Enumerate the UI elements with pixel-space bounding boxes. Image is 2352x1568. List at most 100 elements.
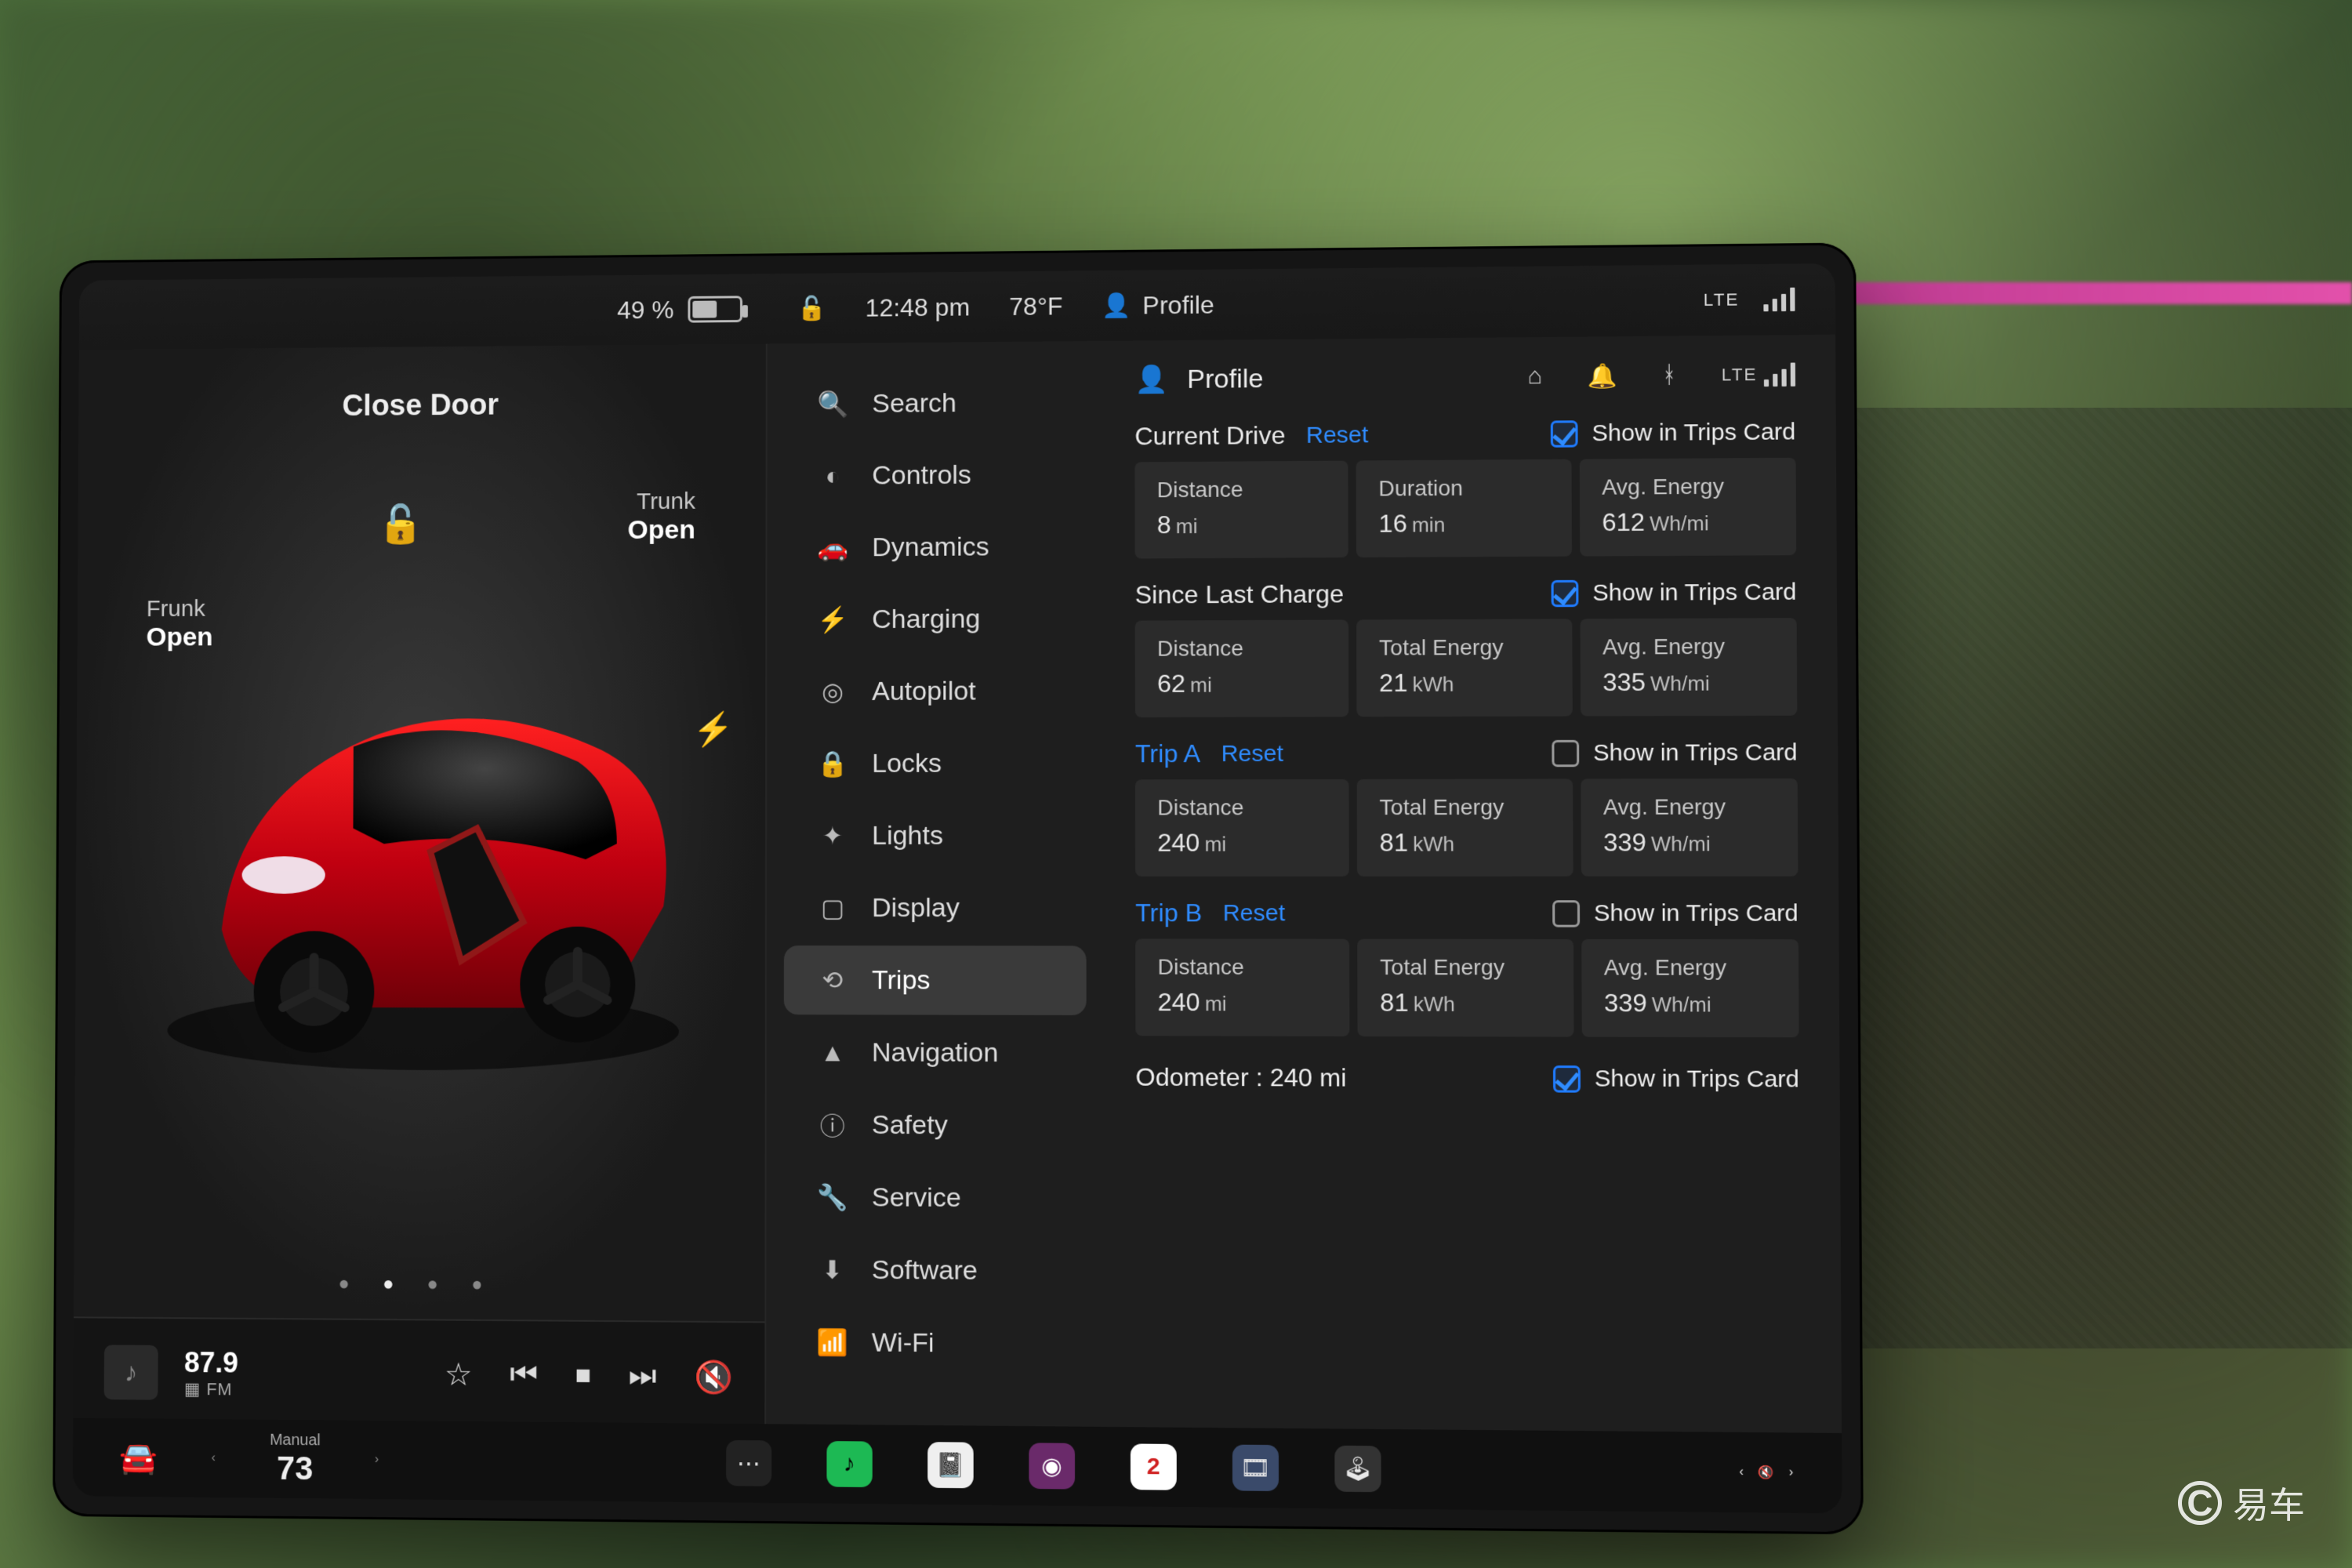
nav-search[interactable]: 🔍 Search [785, 368, 1086, 439]
section-trip-b: Trip B Reset Show in Trips Card [1135, 898, 1798, 928]
nav-charging[interactable]: ⚡Charging [784, 584, 1086, 655]
nav-label: Controls [872, 459, 971, 491]
volume-control[interactable]: ‹ 🔇 › [1739, 1465, 1793, 1481]
bluetooth-icon[interactable]: ᚼ [1662, 362, 1677, 389]
metric-value: 240 [1157, 829, 1200, 857]
section-title[interactable]: Trip B [1135, 898, 1202, 927]
signal-icon[interactable] [1763, 288, 1795, 312]
metric-duration: Duration 16min [1356, 459, 1572, 557]
vehicle-render[interactable] [121, 593, 726, 1079]
stop-icon[interactable]: ⏹ [575, 1357, 591, 1394]
bolt-icon: ⚡ [817, 604, 848, 634]
page-dots[interactable]: ● ● ● ● [74, 1272, 764, 1298]
show-label: Show in Trips Card [1593, 739, 1798, 767]
temp-up-button[interactable]: › [375, 1453, 379, 1467]
metric-label: Duration [1378, 475, 1548, 502]
clock[interactable]: 12:48 pm [866, 292, 970, 322]
section-title[interactable]: Trip A [1135, 739, 1200, 768]
reset-button[interactable]: Reset [1306, 422, 1369, 449]
info-icon: ⓘ [817, 1107, 848, 1143]
nav-navigation[interactable]: ▲Navigation [784, 1018, 1087, 1087]
camera-icon[interactable]: ◉ [1029, 1443, 1075, 1489]
temp-down-button[interactable]: ‹ [212, 1451, 216, 1465]
media-source-icon[interactable]: ♪ [104, 1345, 158, 1399]
close-door-alert[interactable]: Close Door [78, 387, 766, 425]
nav-display[interactable]: ▢Display [784, 873, 1087, 942]
metric-value: 335 [1602, 668, 1646, 697]
show-in-card-toggle[interactable]: Show in Trips Card [1552, 900, 1798, 927]
show-in-card-toggle[interactable]: Show in Trips Card [1552, 739, 1798, 767]
section-title: Current Drive [1134, 421, 1285, 451]
show-in-card-toggle[interactable]: Show in Trips Card [1553, 1065, 1799, 1094]
nav-label: Search [872, 388, 956, 419]
nav-locks[interactable]: 🔒Locks [784, 728, 1086, 798]
homelink-icon[interactable]: ⌂ [1528, 363, 1543, 390]
outside-temp[interactable]: 78°F [1009, 292, 1062, 321]
metric-value: 81 [1380, 828, 1408, 856]
favorite-icon[interactable]: ☆ [445, 1356, 473, 1393]
nav-autopilot[interactable]: ◎Autopilot [784, 656, 1086, 726]
metric-unit: Wh/mi [1652, 993, 1711, 1017]
car-icon[interactable]: 🚘 [119, 1439, 158, 1476]
nav-safety[interactable]: ⓘ Safety [784, 1090, 1087, 1160]
nav-dynamics[interactable]: 🚗Dynamics [784, 512, 1086, 583]
nav-label: Wi-Fi [872, 1327, 935, 1359]
nav-label: Safety [872, 1109, 948, 1141]
metric-value: 81 [1380, 988, 1408, 1016]
metric-unit: mi [1190, 673, 1212, 697]
mute-icon[interactable]: 🔇 [694, 1358, 733, 1396]
spotify-icon[interactable]: ♪ [826, 1441, 872, 1487]
network-status[interactable]: LTE [1722, 363, 1795, 387]
theater-icon[interactable]: 🎞 [1232, 1445, 1279, 1491]
ambient-light-strip [1850, 282, 2352, 304]
search-icon: 🔍 [817, 389, 848, 419]
metric-avg-energy: Avg. Energy 335Wh/mi [1580, 618, 1797, 716]
route-icon: ⟲ [817, 965, 848, 995]
network-label[interactable]: LTE [1704, 289, 1740, 310]
bell-icon[interactable]: 🔔 [1587, 362, 1617, 390]
trunk-button[interactable]: Trunk Open [628, 488, 695, 546]
climate-button[interactable]: Manual 73 [270, 1431, 321, 1487]
checkbox-icon [1552, 900, 1580, 927]
app-launcher-icon[interactable]: ⋯ [726, 1440, 771, 1486]
nav-lights[interactable]: ✦Lights [784, 801, 1087, 870]
show-in-card-toggle[interactable]: Show in Trips Card [1551, 579, 1796, 607]
metric-label: Total Energy [1380, 955, 1551, 981]
section-title: Since Last Charge [1135, 579, 1344, 609]
metric-unit: mi [1204, 833, 1226, 856]
nav-label: Software [872, 1254, 978, 1286]
prev-icon[interactable]: ⏮ [510, 1357, 538, 1394]
panel-title[interactable]: Profile [1187, 364, 1263, 395]
profile-button[interactable]: 👤 Profile [1102, 290, 1214, 320]
checkbox-icon [1552, 739, 1579, 766]
calendar-icon[interactable]: 2 [1131, 1443, 1177, 1490]
metric-label: Distance [1157, 477, 1327, 503]
arcade-icon[interactable]: 🕹 [1334, 1446, 1381, 1493]
unlock-icon[interactable]: 🔓 [377, 502, 423, 546]
center-display: 49 % 🔓 12:48 pm 78°F 👤 Profile LTE Close… [53, 242, 1864, 1534]
odometer-row: Odometer : 240 mi Show in Trips Card [1135, 1063, 1799, 1094]
battery-icon[interactable] [688, 296, 742, 322]
nav-wifi[interactable]: 📶Wi-Fi [783, 1307, 1087, 1379]
show-in-card-toggle[interactable]: Show in Trips Card [1550, 419, 1795, 448]
metric-value: 62 [1157, 670, 1185, 698]
lock-icon[interactable]: 🔓 [797, 295, 826, 322]
reset-button[interactable]: Reset [1223, 900, 1286, 927]
next-icon[interactable]: ⏭ [629, 1358, 657, 1395]
notes-icon[interactable]: 📓 [927, 1442, 973, 1488]
metric-label: Distance [1157, 636, 1327, 662]
nav-service[interactable]: 🔧Service [784, 1163, 1087, 1233]
metric-label: Avg. Energy [1603, 794, 1775, 820]
media-title[interactable]: 87.9 [184, 1346, 238, 1379]
metrics-current-drive: Distance 8mi Duration 16min Avg. Energy … [1134, 458, 1796, 559]
battery-percent[interactable]: 49 % [617, 296, 673, 325]
checkbox-icon [1553, 1065, 1581, 1093]
nav-controls[interactable]: ◐Controls [784, 440, 1086, 510]
nav-software[interactable]: ⬇Software [783, 1235, 1087, 1306]
metric-total-energy: Total Energy 81kWh [1358, 939, 1574, 1037]
show-label: Show in Trips Card [1592, 579, 1796, 607]
metrics-trip-a: Distance 240mi Total Energy 81kWh Avg. E… [1135, 779, 1798, 877]
person-icon: 👤 [1102, 292, 1132, 319]
reset-button[interactable]: Reset [1221, 740, 1283, 767]
nav-trips[interactable]: ⟲Trips [784, 946, 1087, 1015]
